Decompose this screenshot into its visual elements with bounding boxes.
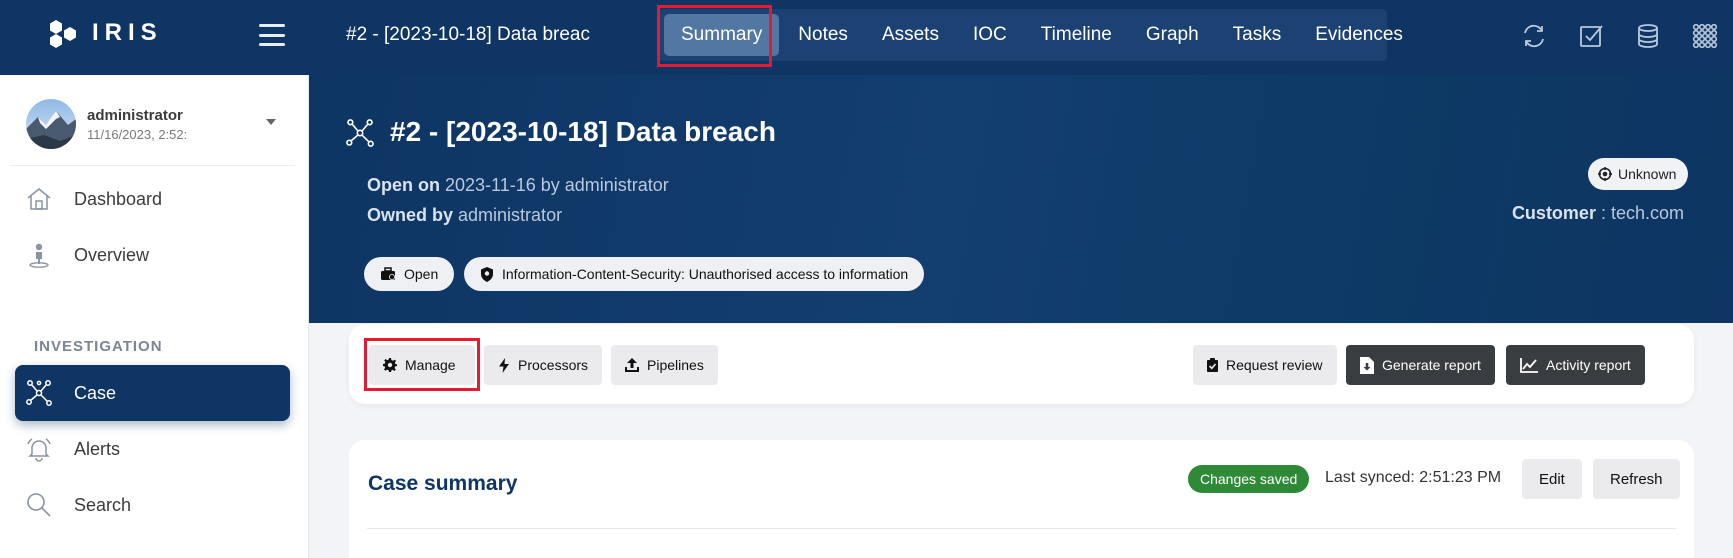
user-name: administrator: [87, 107, 183, 124]
divider: [367, 528, 1676, 529]
open-value: 2023-11-16 by administrator: [445, 175, 669, 195]
sidebar: administrator 11/16/2023, 2:52: Dashboar…: [0, 75, 309, 558]
pipelines-button[interactable]: Pipelines: [611, 345, 718, 385]
case-classification-pill[interactable]: Information-Content-Security: Unauthoris…: [464, 257, 925, 291]
tab-graph[interactable]: Graph: [1129, 14, 1216, 56]
network-icon: [25, 379, 53, 407]
case-summary-card: [349, 440, 1694, 558]
database-icon[interactable]: [1619, 20, 1676, 52]
sidebar-item-case[interactable]: Case: [15, 365, 290, 421]
user-login-date: 11/16/2023, 2:52:: [87, 127, 188, 142]
sidebar-item-search[interactable]: Search: [15, 477, 290, 533]
case-state-badge[interactable]: Unknown: [1588, 158, 1689, 190]
case-summary-title: Case summary: [368, 472, 518, 495]
sidebar-item-overview[interactable]: Overview: [15, 227, 290, 283]
customer-value: tech.com: [1610, 203, 1684, 223]
tab-notes[interactable]: Notes: [781, 14, 865, 56]
generate-report-button[interactable]: Generate report: [1346, 345, 1495, 385]
case-classification-label: Information-Content-Security: Unauthoris…: [502, 266, 909, 282]
file-download-icon: [1360, 356, 1374, 374]
customer-info: Customer : tech.com: [1512, 203, 1684, 224]
page-title: #2 - [2023-10-18] Data breach: [390, 116, 776, 147]
pipelines-label: Pipelines: [647, 357, 704, 373]
tab-timeline[interactable]: Timeline: [1024, 14, 1129, 56]
user-panel[interactable]: administrator 11/16/2023, 2:52:: [26, 99, 296, 167]
clipboard-check-icon: [1207, 358, 1218, 372]
open-label: Open on: [367, 175, 440, 195]
activity-report-button[interactable]: Activity report: [1506, 345, 1645, 385]
processors-label: Processors: [518, 357, 589, 373]
location-person-icon: [25, 241, 53, 269]
case-status-pill[interactable]: Open: [364, 257, 455, 291]
case-status-label: Open: [404, 266, 439, 282]
case-state-label: Unknown: [1618, 166, 1677, 182]
sidebar-item-label: Dashboard: [74, 188, 163, 209]
shield-icon: [481, 266, 493, 282]
customer-separator: :: [1595, 203, 1611, 223]
chevron-down-icon[interactable]: [266, 119, 276, 125]
summary-tab-highlight: [657, 5, 772, 67]
top-icon-group: [1505, 20, 1733, 52]
menu-bar: [259, 33, 285, 37]
sidebar-item-dashboard[interactable]: Dashboard: [15, 171, 290, 227]
upload-icon: [625, 358, 639, 372]
sidebar-item-label: Case: [74, 382, 117, 403]
bolt-icon: [499, 357, 509, 373]
apps-grid-icon[interactable]: [1676, 20, 1733, 52]
tab-evidences[interactable]: Evidences: [1298, 14, 1420, 56]
line-chart-icon: [1520, 357, 1538, 373]
case-breadcrumb: #2 - [2023-10-18] Data breac: [346, 24, 590, 45]
checklist-icon[interactable]: [1562, 20, 1619, 52]
request-review-label: Request review: [1226, 357, 1323, 373]
customer-label: Customer: [1511, 203, 1596, 223]
processors-button[interactable]: Processors: [484, 345, 603, 385]
last-synced-text: Last synced: 2:51:23 PM: [1325, 469, 1502, 486]
section-heading-investigation: INVESTIGATION: [34, 338, 163, 355]
menu-toggle-button[interactable]: [259, 24, 285, 46]
sidebar-item-label: Alerts: [74, 438, 121, 459]
crosshair-icon: [1598, 167, 1612, 181]
tab-assets[interactable]: Assets: [865, 14, 956, 56]
refresh-button[interactable]: Refresh: [1593, 459, 1680, 499]
search-icon: [25, 491, 53, 519]
iris-logo-icon: [50, 20, 76, 48]
bell-icon: [25, 435, 53, 463]
network-icon: [345, 118, 375, 153]
sidebar-item-label: Search: [74, 494, 132, 515]
status-badge: Changes saved: [1188, 465, 1310, 493]
logo-text: IRIS: [92, 19, 163, 46]
request-review-button[interactable]: Request review: [1193, 345, 1337, 385]
menu-bar: [259, 24, 285, 27]
divider: [10, 165, 295, 166]
activity-report-label: Activity report: [1546, 357, 1631, 373]
tab-tasks[interactable]: Tasks: [1216, 14, 1299, 56]
tab-ioc[interactable]: IOC: [956, 14, 1024, 56]
owned-label: Owned by: [367, 205, 454, 225]
generate-report-label: Generate report: [1382, 357, 1481, 373]
manage-button-highlight: [364, 338, 480, 391]
logo[interactable]: IRIS: [48, 18, 163, 48]
edit-button[interactable]: Edit: [1522, 459, 1582, 499]
sync-icon[interactable]: [1505, 20, 1562, 52]
avatar: [26, 99, 76, 149]
owned-value: administrator: [458, 205, 563, 225]
menu-bar: [259, 43, 285, 46]
home-icon: [25, 185, 53, 213]
briefcase-icon: [381, 267, 395, 280]
sidebar-item-alerts[interactable]: Alerts: [15, 421, 290, 477]
case-owner-info: Owned by administrator: [367, 205, 562, 226]
sidebar-item-label: Overview: [74, 244, 150, 265]
case-open-info: Open on 2023-11-16 by administrator: [367, 175, 669, 196]
